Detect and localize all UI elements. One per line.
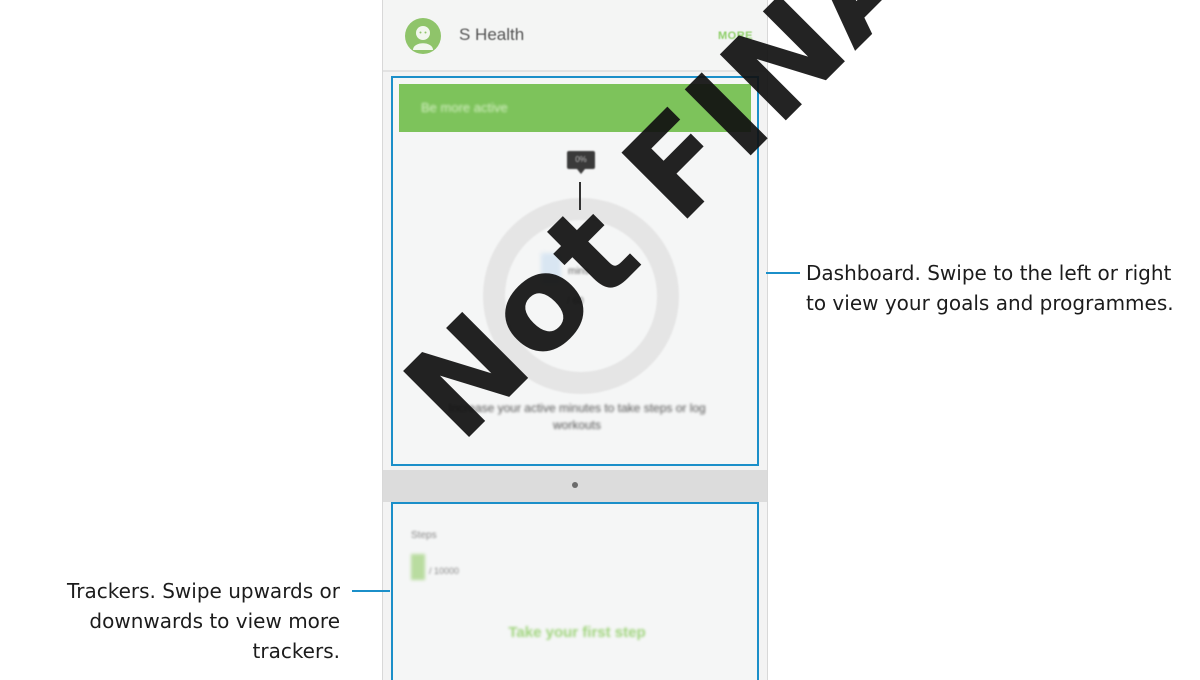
goal-title: Be more active [421, 100, 508, 115]
active-minutes-goal: / 60 [567, 296, 584, 307]
progress-marker [579, 182, 581, 210]
app-bar: S Health MORE [383, 0, 767, 72]
progress-tooltip: 0% [567, 151, 595, 174]
dashboard-callout-line [766, 272, 800, 274]
page-indicator [383, 470, 767, 502]
steps-goal: / 10000 [429, 566, 460, 576]
active-minutes-unit: mins [568, 266, 590, 277]
active-minutes-value [541, 253, 561, 285]
dashboard-card[interactable]: Be more active 0% mins / 60 Increase you… [391, 76, 759, 466]
profile-avatar[interactable] [405, 18, 441, 54]
goal-header[interactable]: Be more active [399, 84, 751, 132]
phone-screen: S Health MORE Be more active 0% mins / 6… [382, 0, 768, 680]
trackers-callout-line [352, 590, 390, 592]
first-step-button[interactable]: Take your first step [393, 624, 761, 641]
dashboard-callout: Dashboard. Swipe to the left or right to… [806, 261, 1174, 315]
steps-label: Steps [411, 530, 437, 541]
page-dot-active[interactable] [572, 482, 578, 488]
steps-value [411, 554, 425, 580]
trackers-card[interactable]: Steps / 10000 Take your first step [391, 502, 759, 680]
person-avatar-icon [413, 26, 433, 50]
dashboard-description: Increase your active minutes to take ste… [448, 401, 706, 432]
trackers-callout: Trackers. Swipe upwards or downwards to … [66, 579, 340, 663]
app-title: S Health [459, 25, 525, 44]
more-button[interactable]: MORE [718, 30, 753, 42]
